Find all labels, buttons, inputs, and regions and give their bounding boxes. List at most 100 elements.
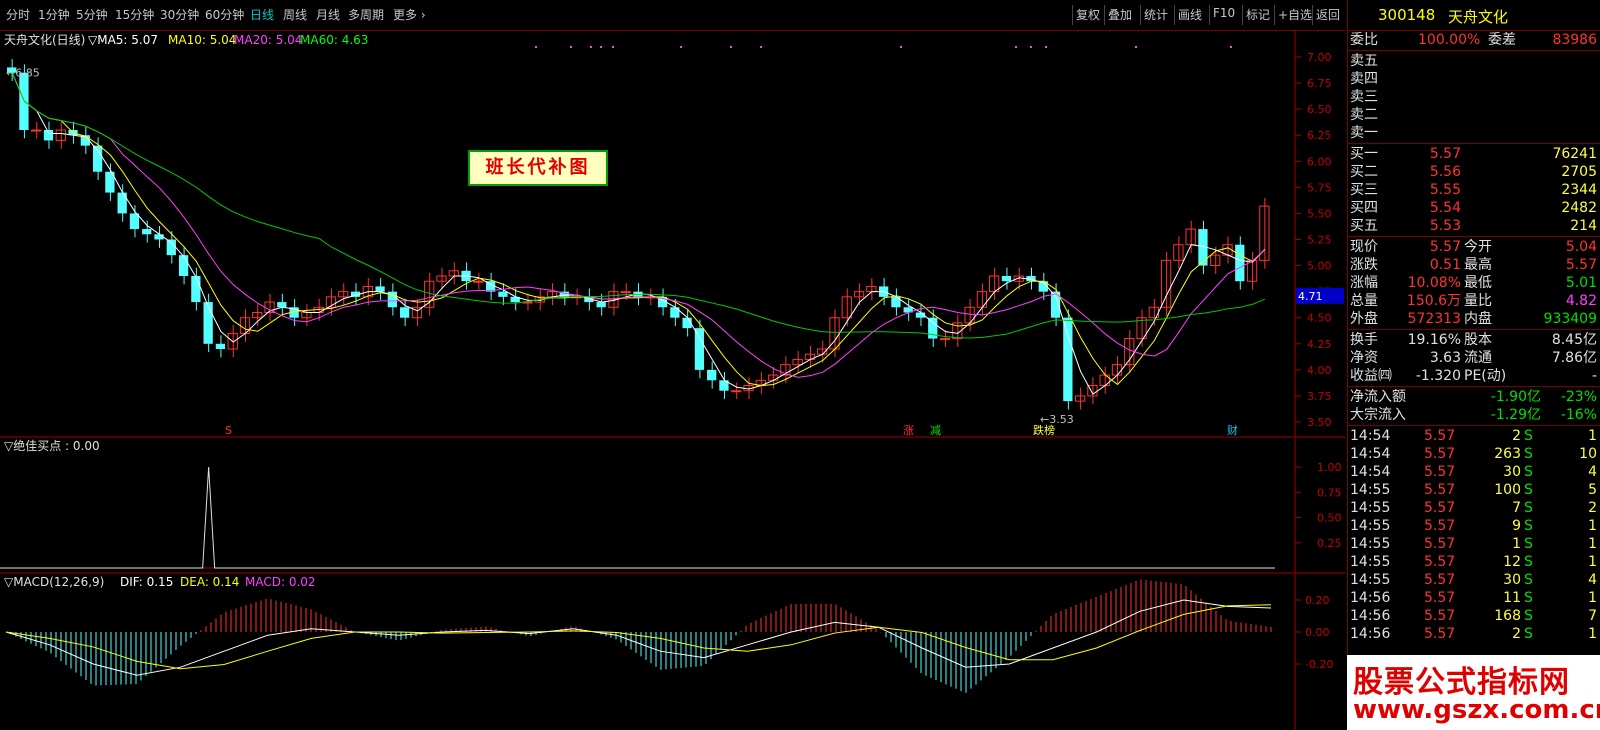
stat-label: 今开 xyxy=(1464,239,1492,255)
sell-row-4: 卖一 xyxy=(1348,124,1600,142)
sell-label: 卖一 xyxy=(1350,125,1378,141)
stat-value: 4.82 xyxy=(1565,293,1597,309)
toolbar-button-2[interactable]: 统计 xyxy=(1144,6,1168,23)
candle-body-down xyxy=(596,302,606,308)
buy-row-3: 买四 5.54 2482 xyxy=(1348,199,1600,217)
period-tab-6[interactable]: 日线 xyxy=(250,6,274,23)
candle-body-up xyxy=(767,374,779,381)
period-tab-4[interactable]: 30分钟 xyxy=(160,6,199,23)
price-tick-label-8: 5.00 xyxy=(1307,260,1332,273)
buy-row-0: 买一 5.57 76241 xyxy=(1348,145,1600,163)
flow-label: 大宗流入 xyxy=(1350,407,1406,423)
tick-price: 5.57 xyxy=(1424,446,1456,462)
macd-value-label: MACD: 0.02 xyxy=(245,575,316,589)
sell-label: 卖四 xyxy=(1350,71,1378,87)
ma-label-1: MA10: 5.04 xyxy=(168,33,236,47)
toolbar-button-3[interactable]: 画线 xyxy=(1178,6,1202,23)
fund-label: 净资 xyxy=(1350,350,1378,366)
period-tab-3[interactable]: 15分钟 xyxy=(115,6,154,23)
toolbar-button-0[interactable]: 复权 xyxy=(1076,6,1100,23)
candle-body-up xyxy=(939,338,951,341)
panel-divider xyxy=(1348,329,1600,330)
period-toolbar: 分时 1分钟 5分钟 15分钟 30分钟 60分钟 日线 周线 月线 多周期 更多 › 复权 叠加 统计画… xyxy=(0,0,1345,31)
panel-divider xyxy=(1348,143,1600,144)
bb-tick-label-3: 0.25 xyxy=(1317,537,1342,550)
tick-side: S xyxy=(1524,626,1533,642)
price-tick-label-7: 5.25 xyxy=(1307,234,1332,247)
macd-tick-label-1: 0.00 xyxy=(1305,626,1330,639)
sell-label: 卖五 xyxy=(1350,53,1378,69)
event-mark-1: 涨 xyxy=(903,424,914,437)
candle-body-down xyxy=(203,302,213,344)
current-price-tag-text: 4.71 xyxy=(1298,290,1323,303)
ma-label-3: MA60: 4.63 xyxy=(300,33,368,47)
period-tab-1[interactable]: 1分钟 xyxy=(38,6,70,23)
buy-price: 5.57 xyxy=(1429,146,1461,162)
tick-price: 5.57 xyxy=(1424,590,1456,606)
event-dot xyxy=(1015,46,1017,48)
stat-row-2: 涨幅 10.08% 最低 5.01 xyxy=(1348,274,1600,292)
candle-body-down xyxy=(142,229,152,235)
buy-volume: 2344 xyxy=(1561,182,1597,198)
stat-row-0: 现价 5.57 今开 5.04 xyxy=(1348,238,1600,256)
tick-row-7: 14:55 5.57 12 S 1 xyxy=(1348,553,1600,571)
macd-tick-label-2: -0.20 xyxy=(1305,658,1333,671)
tick-side: S xyxy=(1524,572,1533,588)
candle-body-down xyxy=(166,239,176,256)
toolbar-button-7[interactable]: 返回 xyxy=(1316,6,1340,23)
macd-dif-label: DIF: 0.15 xyxy=(120,575,173,589)
period-tab-10[interactable]: 更多 › xyxy=(393,6,426,23)
period-tab-8[interactable]: 月线 xyxy=(316,6,340,23)
stat-label: 现价 xyxy=(1350,239,1378,255)
stat-label: 最低 xyxy=(1464,275,1492,291)
toolbar-button-6[interactable]: +自选 xyxy=(1278,6,1312,23)
toolbar-button-5[interactable]: 标记 xyxy=(1246,6,1270,23)
tick-row-8: 14:55 5.57 30 S 4 xyxy=(1348,571,1600,589)
ma-label-0: ▽MA5: 5.07 xyxy=(88,33,158,47)
buy-volume: 76241 xyxy=(1552,146,1597,162)
tick-time: 14:54 xyxy=(1350,446,1391,462)
fund-label: 股本 xyxy=(1464,332,1492,348)
tick-count: 10 xyxy=(1579,446,1597,462)
stat-row-3: 总量 150.6万 量比 4.82 xyxy=(1348,292,1600,310)
event-dot xyxy=(680,46,682,48)
flow-row-0: 净流入额 -1.90亿 -23% xyxy=(1348,388,1600,406)
tick-volume: 100 xyxy=(1494,482,1521,498)
buy-volume: 214 xyxy=(1570,218,1597,234)
price-tick-label-4: 6.00 xyxy=(1307,155,1332,168)
tick-count: 1 xyxy=(1588,428,1597,444)
candle-body-down xyxy=(400,307,410,318)
flow-label: 净流入额 xyxy=(1350,389,1406,405)
tick-row-6: 14:55 5.57 1 S 1 xyxy=(1348,535,1600,553)
flow-row-1: 大宗流入 -1.29亿 -16% xyxy=(1348,406,1600,424)
price-tick-label-12: 4.00 xyxy=(1307,364,1332,377)
quote-panel: 300148 天舟文化 委比 100.00% 委差 83986 卖五 卖四 卖三 卖二 卖一 买一… xyxy=(1347,0,1600,730)
tick-count: 1 xyxy=(1588,554,1597,570)
tick-side: S xyxy=(1524,590,1533,606)
candle-body-up xyxy=(31,129,42,132)
toolbar-button-4[interactable]: F10 xyxy=(1213,6,1235,20)
stock-header: 300148 天舟文化 xyxy=(1348,0,1600,31)
stat-row-4: 外盘 572313 内盘 933409 xyxy=(1348,310,1600,328)
tick-side: S xyxy=(1524,518,1533,534)
candle-body-down xyxy=(191,276,201,303)
tick-time: 14:55 xyxy=(1350,518,1391,534)
tick-price: 5.57 xyxy=(1424,626,1456,642)
stat-value: 5.57 xyxy=(1429,239,1461,255)
candle-body-down xyxy=(375,286,385,292)
period-tab-0[interactable]: 分时 xyxy=(6,6,30,23)
period-tab-5[interactable]: 60分钟 xyxy=(205,6,244,23)
period-tab-2[interactable]: 5分钟 xyxy=(76,6,108,23)
kline-chart[interactable]: 天舟文化(日线) ▽MA5: 5.07 MA10: 5.04MA20: 5.04MA… xyxy=(0,30,1345,730)
flow-percent: -16% xyxy=(1560,407,1597,423)
ma5-line xyxy=(11,72,1266,395)
candle-body-down xyxy=(277,302,287,308)
tick-side: S xyxy=(1524,500,1533,516)
period-tab-7[interactable]: 周线 xyxy=(283,6,307,23)
tick-price: 5.57 xyxy=(1424,428,1456,444)
toolbar-button-1[interactable]: 叠加 xyxy=(1108,6,1132,23)
tick-volume: 2 xyxy=(1512,626,1521,642)
period-tab-9[interactable]: 多周期 xyxy=(348,6,384,23)
bestbuy-title: ▽绝佳买点 : 0.00 xyxy=(4,438,100,453)
stat-value: 933409 xyxy=(1543,311,1597,327)
